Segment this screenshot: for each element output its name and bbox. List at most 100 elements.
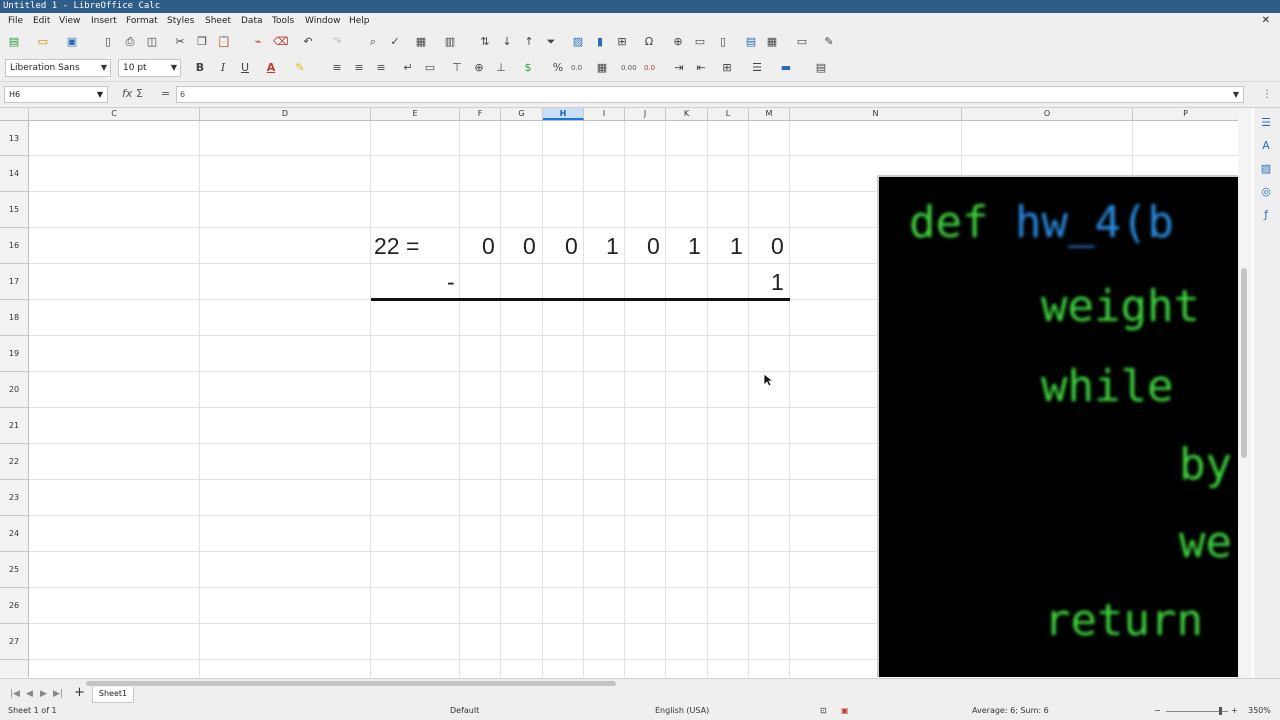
bold-button[interactable]: B [193, 61, 207, 75]
align-top-icon[interactable]: ⊤ [450, 61, 464, 75]
headers-footers-icon[interactable]: ▯ [716, 35, 730, 49]
cell-m17[interactable]: 1 [771, 269, 784, 295]
column-header-k[interactable]: K [666, 108, 708, 120]
cell-g16[interactable]: 0 [523, 233, 536, 259]
open-folder-icon[interactable]: ▭ [36, 35, 50, 49]
row-header-19[interactable]: 19 [0, 336, 29, 372]
menu-view[interactable]: View [59, 13, 80, 29]
column-header-i[interactable]: I [584, 108, 625, 120]
row-header-22[interactable]: 22 [0, 444, 29, 480]
row-header-18[interactable]: 18 [0, 300, 29, 336]
chevron-down-icon[interactable]: ▼ [171, 60, 177, 76]
align-center-icon[interactable]: ≡ [352, 61, 366, 75]
cell-m16[interactable]: 0 [771, 233, 784, 259]
insert-image-icon[interactable]: ▨ [571, 35, 585, 49]
align-bottom-icon[interactable]: ⊥ [494, 61, 508, 75]
name-box[interactable]: H6 ▼ [4, 86, 108, 103]
delete-decimal-button[interactable]: 0.0 [644, 64, 655, 72]
page-style[interactable]: Default [450, 704, 479, 718]
cut-icon[interactable]: ✂ [173, 35, 187, 49]
date-format-icon[interactable]: ▦ [595, 61, 609, 75]
spelling-icon[interactable]: ✓ [388, 35, 402, 49]
properties-icon[interactable]: ☰ [1259, 116, 1273, 130]
selection-mode-icon[interactable]: ⊡ [820, 704, 827, 718]
embedded-code-image[interactable]: def hw_4(b weight while by we return [877, 175, 1238, 677]
formula-icon[interactable]: = [161, 87, 170, 100]
copy-icon[interactable]: ❐ [195, 35, 209, 49]
navigator-icon[interactable]: ◎ [1259, 185, 1273, 199]
menu-edit[interactable]: Edit [33, 13, 50, 29]
sort-descending-icon[interactable]: ↑ [522, 35, 536, 49]
column-header-p[interactable]: P [1133, 108, 1238, 120]
zoom-level[interactable]: 350% [1248, 704, 1271, 718]
cell-i16[interactable]: 1 [606, 233, 619, 259]
cell-k16[interactable]: 1 [688, 233, 701, 259]
menu-styles[interactable]: Styles [167, 13, 194, 29]
print-icon[interactable]: ⎙ [123, 35, 137, 49]
align-left-icon[interactable]: ≡ [330, 61, 344, 75]
wrap-text-icon[interactable]: ↵ [401, 61, 415, 75]
define-print-area-icon[interactable]: ▤ [744, 35, 758, 49]
last-sheet-icon[interactable]: ▶| [53, 689, 63, 699]
gallery-icon[interactable]: ▨ [1259, 162, 1273, 176]
menu-window[interactable]: Window [305, 13, 341, 29]
redo-icon[interactable]: ↷ [330, 35, 344, 49]
menu-help[interactable]: Help [349, 13, 370, 29]
zoom-out-icon[interactable]: − [1154, 704, 1161, 718]
decrease-indent-icon[interactable]: ⇤ [694, 61, 708, 75]
font-name-combo[interactable]: Liberation Sans ▼ [5, 59, 111, 77]
menu-file[interactable]: File [8, 13, 23, 29]
row-header-20[interactable]: 20 [0, 372, 29, 408]
freeze-rows-columns-icon[interactable]: ▦ [765, 35, 779, 49]
chevron-down-icon[interactable]: ▼ [101, 60, 107, 76]
save-icon[interactable]: ▣ [65, 35, 79, 49]
row-header-17[interactable]: 17 [0, 264, 29, 300]
highlight-color-icon[interactable]: ✎ [293, 61, 307, 75]
undo-icon[interactable]: ↶ [301, 35, 315, 49]
border-style-icon[interactable]: ☰ [750, 61, 764, 75]
pivot-table-icon[interactable]: ⊞ [615, 35, 629, 49]
row-header-24[interactable]: 24 [0, 516, 29, 552]
vertical-scrollbar[interactable] [1238, 108, 1252, 678]
row-header-26[interactable]: 26 [0, 588, 29, 624]
clear-formatting-icon[interactable]: ⌫ [273, 35, 289, 49]
sort-ascending-icon[interactable]: ↓ [500, 35, 514, 49]
hyperlink-icon[interactable]: ⊕ [671, 35, 685, 49]
close-document-icon[interactable]: ✕ [1262, 13, 1270, 29]
row-icon[interactable]: ▦ [414, 35, 428, 49]
paste-icon[interactable]: 📋 [217, 35, 231, 49]
export-pdf-icon[interactable]: ▯ [101, 35, 115, 49]
cell-l16[interactable]: 1 [730, 233, 743, 259]
first-sheet-icon[interactable]: |◀ [10, 689, 20, 699]
row-header-21[interactable]: 21 [0, 408, 29, 444]
menu-data[interactable]: Data [241, 13, 263, 29]
font-color-icon[interactable]: A [264, 61, 278, 75]
row-header-16[interactable]: 16 [0, 228, 29, 264]
merge-cells-icon[interactable]: ▭ [423, 61, 437, 75]
autofilter-icon[interactable]: ⏷ [544, 35, 558, 49]
cell-e17[interactable]: - [447, 269, 455, 295]
find-replace-icon[interactable]: ⌕ [366, 35, 380, 49]
column-header-l[interactable]: L [708, 108, 749, 120]
row-header-27[interactable]: 27 [0, 624, 29, 660]
column-header-o[interactable]: O [962, 108, 1133, 120]
formula-input[interactable]: 6 ▼ [176, 86, 1244, 103]
print-preview-icon[interactable]: ◫ [145, 35, 159, 49]
show-draw-functions-icon[interactable]: ✎ [822, 35, 836, 49]
zoom-slider-handle[interactable] [1219, 707, 1222, 715]
cell-f16[interactable]: 0 [482, 233, 495, 259]
align-right-icon[interactable]: ≡ [374, 61, 388, 75]
menu-sheet[interactable]: Sheet [205, 13, 231, 29]
row-header-15[interactable]: 15 [0, 192, 29, 228]
column-header-j[interactable]: J [625, 108, 666, 120]
column-header-c[interactable]: C [29, 108, 200, 120]
menu-format[interactable]: Format [126, 13, 158, 29]
column-icon[interactable]: ▥ [443, 35, 457, 49]
row-header-25[interactable]: 25 [0, 552, 29, 588]
row-header-23[interactable]: 23 [0, 480, 29, 516]
styles-icon[interactable]: A [1259, 139, 1273, 153]
sort-icon[interactable]: ⇅ [478, 35, 492, 49]
font-size-combo[interactable]: 10 pt ▼ [118, 59, 181, 77]
cell-e16[interactable]: 22 = [374, 233, 419, 259]
column-header-g[interactable]: G [501, 108, 543, 120]
